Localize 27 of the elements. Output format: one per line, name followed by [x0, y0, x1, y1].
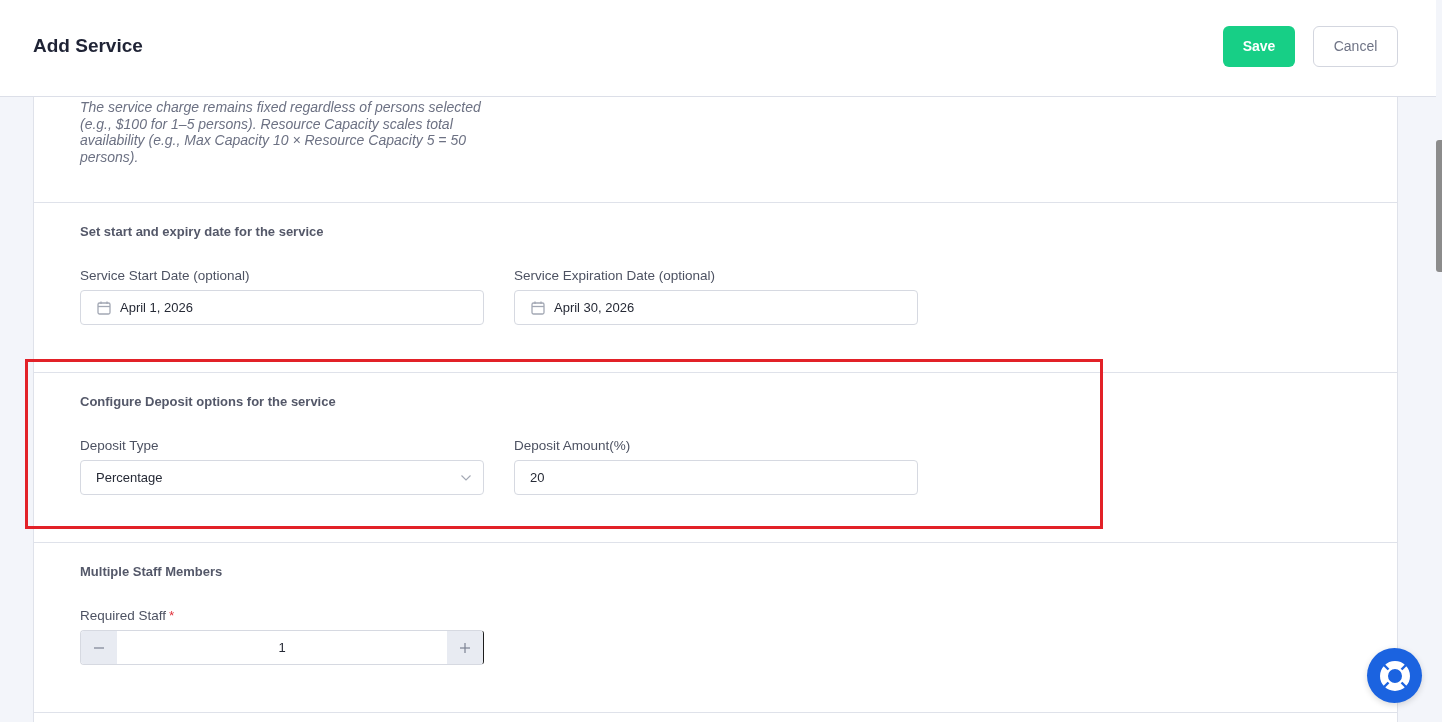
- section-heading: Set start and expiry date for the service: [80, 224, 324, 240]
- lifebuoy-icon: [1379, 660, 1410, 691]
- plus-icon: [460, 642, 470, 653]
- field-label: Service Start Date (optional): [80, 267, 251, 285]
- help-text: The service charge remains fixed regardless of persons selected (e.g., $100 for 1–5 persons). Resource Capacity scales total availability (e.g., Max Capacity 10 × Resource Capacity 5 = 50 persons).: [80, 99, 482, 165]
- section-heading: Configure Deposit options for the service: [80, 394, 336, 410]
- stepper-field[interactable]: 1: [80, 630, 484, 665]
- page-title: Add Service: [33, 34, 143, 58]
- chevron-down-icon: [461, 474, 471, 481]
- date-field[interactable]: April 30, 2026: [514, 290, 918, 325]
- scrollbar-thumb[interactable]: [1436, 140, 1442, 272]
- increment-button[interactable]: [447, 631, 483, 664]
- decrement-button[interactable]: [81, 631, 117, 664]
- date-input[interactable]: April 1, 2026: [120, 297, 468, 318]
- field-label: Deposit Type: [80, 437, 160, 455]
- calendar-icon: [531, 300, 545, 315]
- field-label: Deposit Amount(%): [514, 437, 632, 455]
- field-label: Required Staff *: [80, 607, 176, 625]
- text-input[interactable]: 20: [514, 460, 918, 495]
- date-field[interactable]: April 1, 2026: [80, 290, 484, 325]
- section-heading: Multiple Staff Members: [80, 564, 223, 580]
- minus-icon: [94, 646, 104, 649]
- field-label: Service Expiration Date (optional): [514, 267, 717, 285]
- cancel-button[interactable]: Cancel: [1313, 25, 1398, 67]
- date-input[interactable]: April 30, 2026: [554, 297, 902, 318]
- calendar-icon: [97, 300, 111, 315]
- dropdown-select[interactable]: Percentage: [80, 460, 484, 495]
